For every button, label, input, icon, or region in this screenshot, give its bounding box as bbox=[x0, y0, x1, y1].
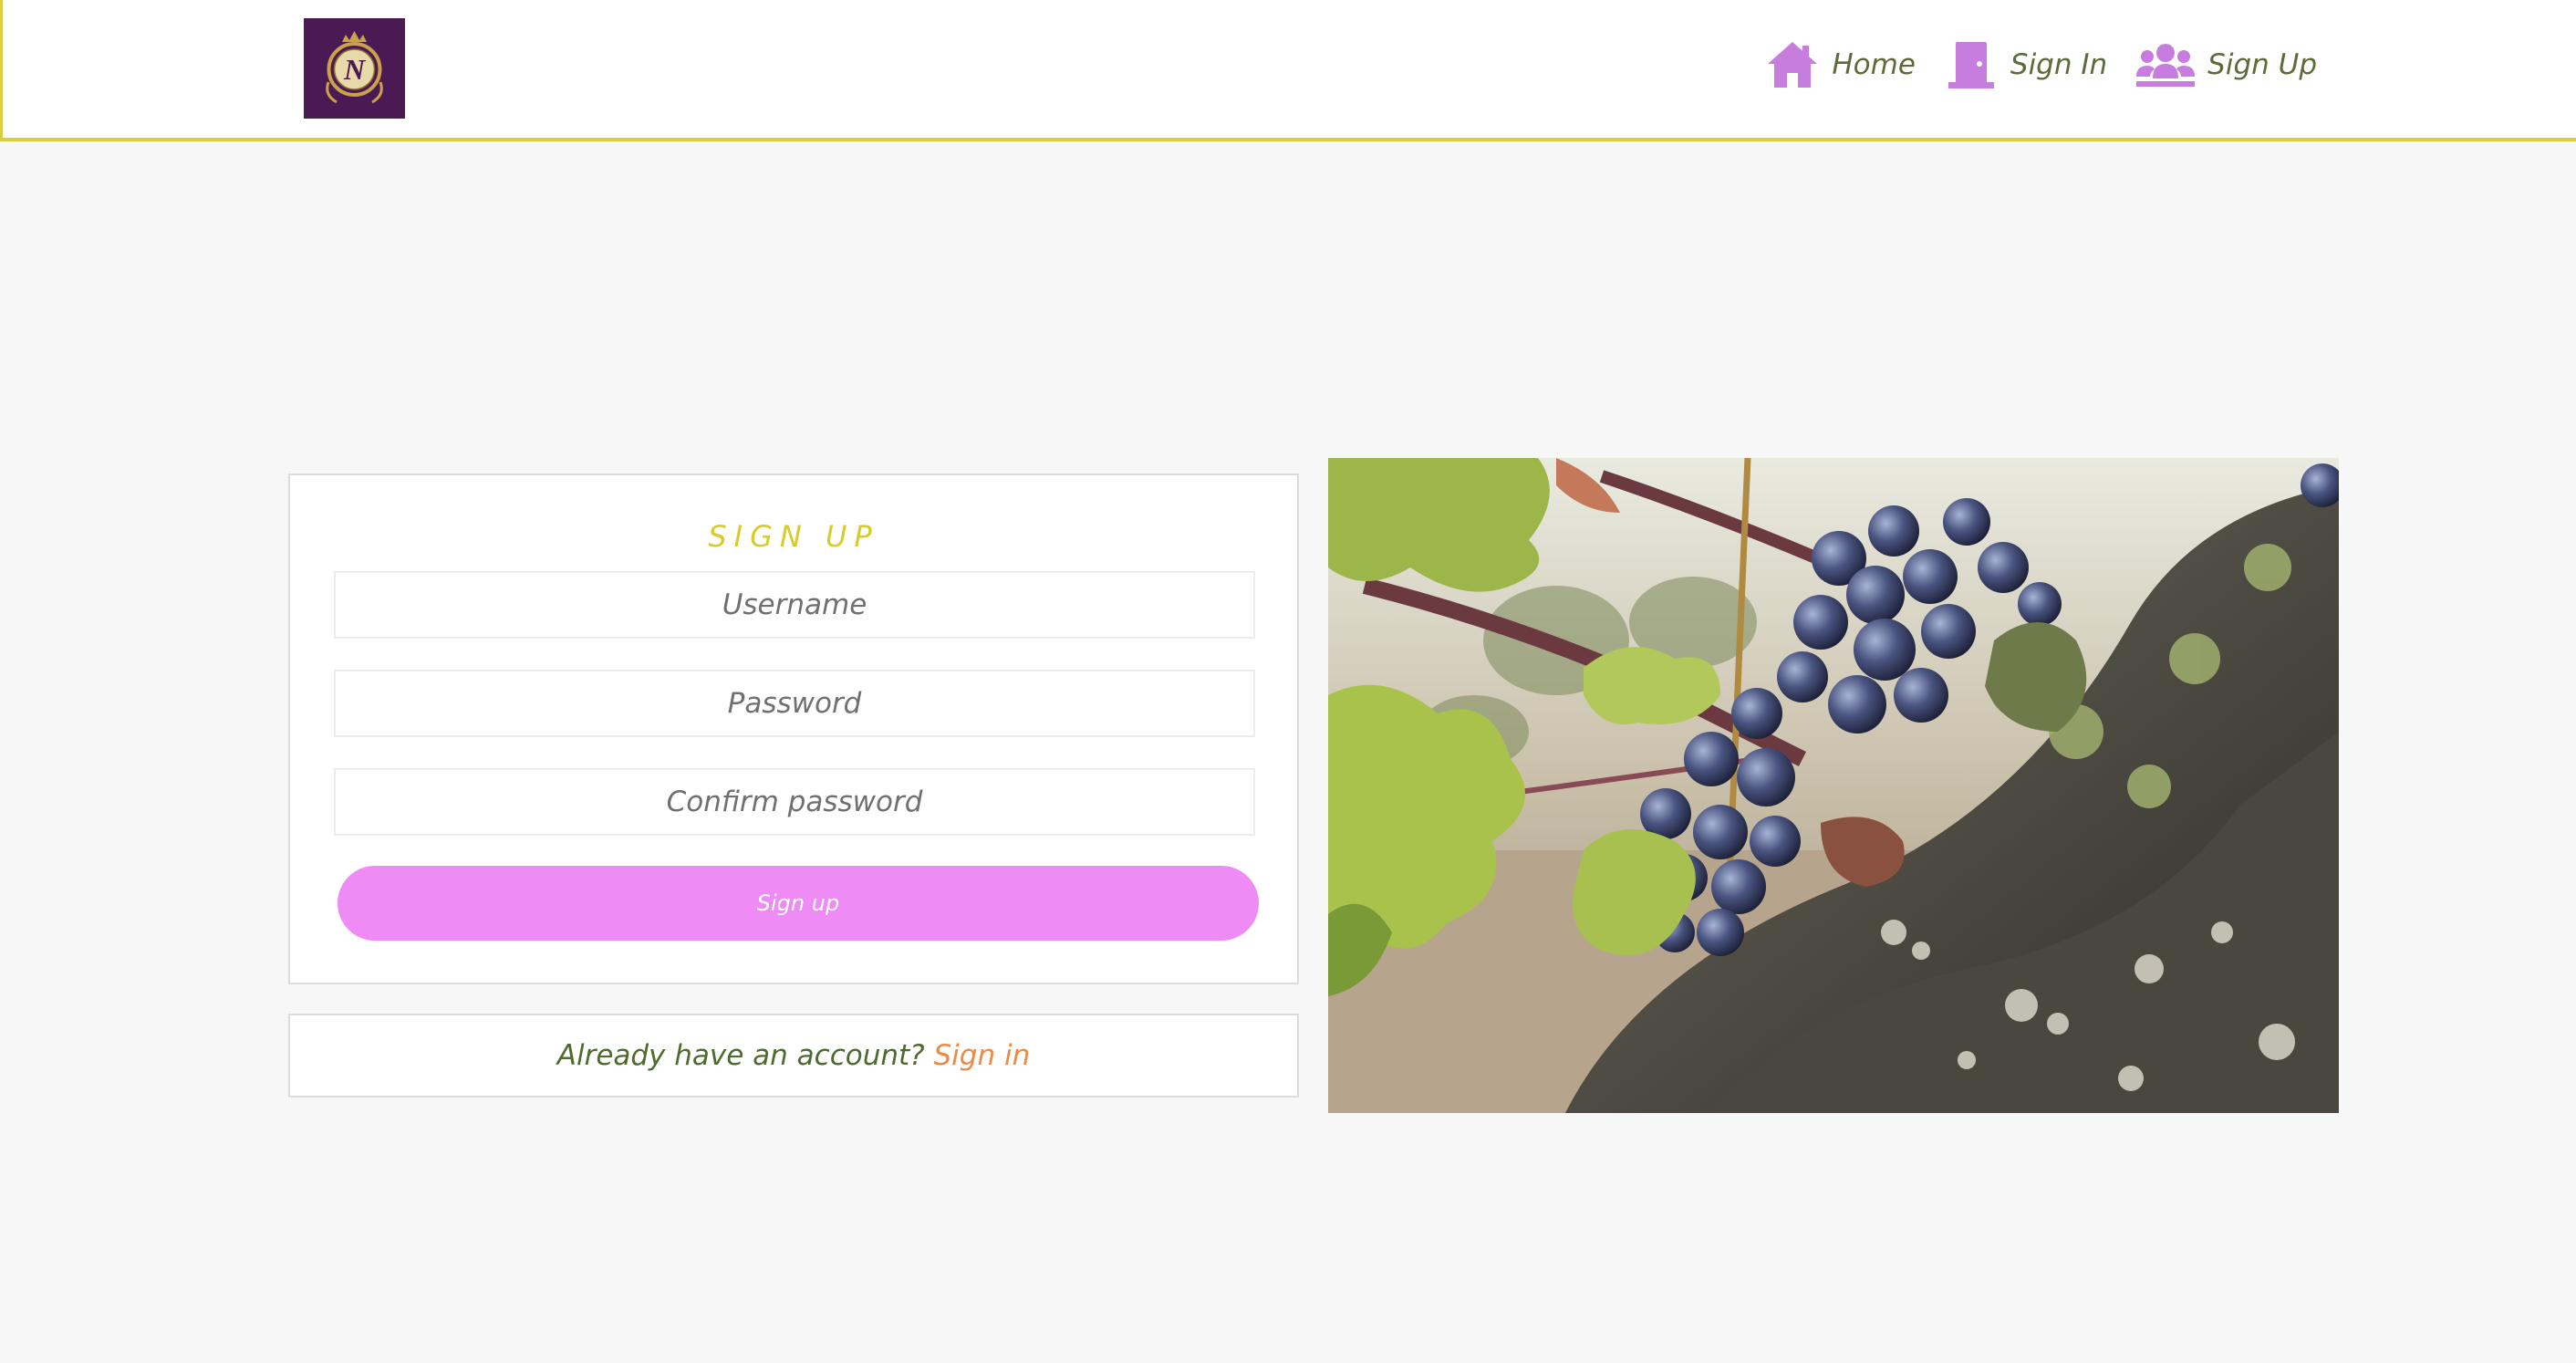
top-navbar: N Home Sign In Sign Up bbox=[0, 0, 2576, 141]
nav-home[interactable]: Home bbox=[1766, 40, 1916, 89]
nav-sign-up-label: Sign Up bbox=[2207, 48, 2317, 81]
nav-sign-up[interactable]: Sign Up bbox=[2136, 42, 2317, 88]
signup-title: SIGN UP bbox=[708, 519, 879, 554]
signin-prompt-text: Already have an account? bbox=[556, 1039, 925, 1072]
main-nav: Home Sign In Sign Up bbox=[1766, 40, 2317, 89]
password-input[interactable] bbox=[334, 670, 1255, 737]
door-icon bbox=[1945, 40, 1998, 89]
signin-link[interactable]: Sign in bbox=[934, 1039, 1031, 1072]
confirm-password-input[interactable] bbox=[334, 768, 1255, 836]
signup-card: SIGN UP Sign up bbox=[288, 473, 1299, 984]
signin-prompt-box: Already have an account? Sign in bbox=[288, 1014, 1299, 1098]
users-icon bbox=[2136, 42, 2196, 88]
nav-sign-in[interactable]: Sign In bbox=[1945, 40, 2107, 89]
nav-sign-in-label: Sign In bbox=[2010, 48, 2108, 81]
vineyard-photo bbox=[1328, 458, 2339, 1113]
username-input[interactable] bbox=[334, 571, 1255, 639]
nav-home-label: Home bbox=[1832, 48, 1916, 81]
home-icon bbox=[1766, 40, 1819, 89]
signup-submit-button[interactable]: Sign up bbox=[338, 866, 1259, 941]
logo-letter: N bbox=[343, 53, 367, 86]
brand-logo[interactable]: N bbox=[304, 18, 405, 119]
